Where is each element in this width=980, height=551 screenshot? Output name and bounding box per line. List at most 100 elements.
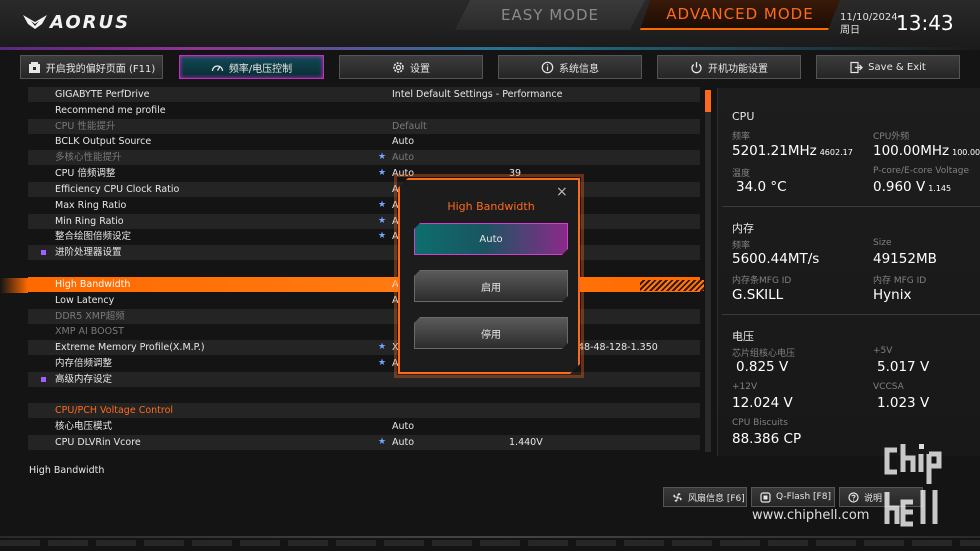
star-icon: ★ bbox=[378, 216, 387, 226]
mem-size-label: Size bbox=[873, 238, 892, 248]
tab-favorites[interactable]: 开启我的偏好页面 (F11) bbox=[20, 55, 163, 79]
date-text: 11/10/2024 bbox=[840, 12, 898, 23]
memory-section-title: 内存 bbox=[732, 222, 754, 235]
setting-value: A bbox=[392, 279, 399, 290]
fan-info-button[interactable]: 风扇信息 [F6] bbox=[663, 487, 747, 507]
setting-label: Low Latency bbox=[55, 295, 115, 306]
option-auto-button[interactable]: Auto bbox=[414, 223, 568, 255]
setting-value: Auto bbox=[392, 437, 415, 448]
divider bbox=[722, 314, 980, 315]
setting-label: 进阶处理器设置 bbox=[55, 247, 122, 258]
setting-row-cpu-ratio[interactable]: ★ CPU 倍频调整 Auto 39 bbox=[28, 166, 700, 181]
pcore-voltage-label: P-core/E-core Voltage bbox=[873, 166, 970, 176]
advanced-mode-tab[interactable]: ADVANCED MODE bbox=[640, 0, 840, 30]
setting-value: Default bbox=[392, 121, 427, 132]
divider bbox=[722, 206, 980, 207]
highlight-left-glow bbox=[0, 278, 28, 293]
12v-label: +12V bbox=[732, 382, 758, 392]
star-icon: ★ bbox=[378, 437, 387, 447]
tab-label: Save & Exit bbox=[868, 61, 926, 73]
hardware-info-panel: CPU 频率 5201.21MHz 4602.17 CPU外频 100.00MHz… bbox=[717, 88, 980, 456]
setting-row-bclk[interactable]: BCLK Output Source Auto bbox=[28, 134, 700, 149]
setting-label: GIGABYTE PerfDrive bbox=[55, 89, 150, 100]
tab-label: 开机功能设置 bbox=[708, 63, 768, 75]
button-label: Q-Flash [F8] bbox=[776, 492, 831, 502]
aorus-logo: AORUS bbox=[22, 10, 130, 34]
tab-frequency-voltage[interactable]: 频率/电压控制 bbox=[179, 55, 324, 79]
setting-row-ecore-ratio[interactable]: Efficiency CPU Clock Ratio A bbox=[28, 182, 700, 197]
tab-save-exit[interactable]: Save & Exit bbox=[816, 55, 960, 79]
tab-settings[interactable]: 设置 bbox=[339, 55, 483, 79]
setting-label: Max Ring Ratio bbox=[55, 200, 127, 211]
setting-label: Extreme Memory Profile(X.M.P.) bbox=[55, 342, 205, 353]
setting-row-low-latency[interactable]: Low Latency A bbox=[28, 293, 700, 308]
mem-freq-value: 5600.44MT/s bbox=[732, 251, 820, 267]
cpu-temp-label: 温度 bbox=[732, 169, 751, 179]
setting-row-core-voltage-mode[interactable]: 核心电压模式 Auto bbox=[28, 419, 700, 434]
tab-label: 开启我的偏好页面 (F11) bbox=[45, 63, 156, 75]
setting-row-xmp-profile[interactable]: ★ Extreme Memory Profile(X.M.P.) X 48-48… bbox=[28, 340, 700, 355]
easy-mode-tab[interactable]: EASY MODE bbox=[455, 0, 645, 30]
5v-label: +5V bbox=[873, 346, 893, 356]
watermark-url: www.chiphell.com bbox=[752, 508, 870, 523]
cpu-biscuits-value: 88.386 CP bbox=[732, 431, 802, 447]
tab-boot[interactable]: 开机功能设置 bbox=[657, 55, 801, 79]
setting-value: A bbox=[392, 184, 399, 195]
setting-row-advanced-cpu[interactable]: 进阶处理器设置 bbox=[28, 245, 700, 260]
setting-label: 多核心性能提升 bbox=[55, 152, 122, 163]
setting-label: XMP AI BOOST bbox=[55, 326, 124, 337]
setting-row-max-ring[interactable]: ★ Max Ring Ratio A bbox=[28, 198, 700, 213]
setting-value: Auto bbox=[392, 152, 415, 163]
setting-label: 内存倍频调整 bbox=[55, 358, 113, 369]
mem-size-value: 49152MB bbox=[873, 251, 937, 267]
setting-row-spacer bbox=[28, 261, 700, 276]
submenu-bullet-icon bbox=[41, 377, 46, 382]
cpu-biscuits-label: CPU Biscuits bbox=[732, 418, 788, 428]
setting-row-recommend[interactable]: Recommend me profile bbox=[28, 103, 700, 118]
setting-row-igpu-ratio[interactable]: ★ 整合绘图倍频设定 A bbox=[28, 229, 700, 244]
setting-row-advanced-memory[interactable]: 高级内存设定 bbox=[28, 372, 700, 387]
star-icon: ★ bbox=[378, 200, 387, 210]
cpu-section-title: CPU bbox=[732, 110, 755, 123]
setting-label: DDR5 XMP超频 bbox=[55, 311, 125, 322]
setting-current-value: 1.440V bbox=[509, 437, 543, 448]
setting-row-xmp-ai-boost: XMP AI BOOST bbox=[28, 324, 700, 339]
setting-value: Intel Default Settings - Performance bbox=[392, 89, 563, 100]
bottom-divider bbox=[0, 536, 980, 538]
scrollbar[interactable] bbox=[705, 90, 711, 452]
setting-row-dlvrin-vcore[interactable]: ★ CPU DLVRin Vcore Auto 1.440V bbox=[28, 435, 700, 450]
cpu-freq-value: 5201.21MHz 4602.17 bbox=[732, 143, 853, 159]
weekday-text: 周日 bbox=[840, 25, 860, 36]
button-label: 说明 bbox=[864, 493, 883, 504]
setting-row-min-ring[interactable]: ★ Min Ring Ratio A bbox=[28, 214, 700, 229]
chipset-voltage-label: 芯片组核心电压 bbox=[732, 349, 796, 359]
qflash-button[interactable]: Q-Flash [F8] bbox=[751, 487, 835, 507]
mem-mfg-value: G.SKILL bbox=[732, 287, 784, 303]
power-icon bbox=[691, 61, 702, 73]
main-tabs: 开启我的偏好页面 (F11) 频率/电压控制 设置 系统信息 开机功能设置 Sa… bbox=[0, 55, 980, 79]
setting-value: X bbox=[392, 342, 399, 353]
scrollbar-thumb[interactable] bbox=[705, 90, 711, 112]
setting-row-multicore: ★ 多核心性能提升 Auto bbox=[28, 150, 700, 165]
speedometer-icon bbox=[211, 64, 223, 71]
chipset-voltage-value: 0.825 V bbox=[736, 359, 789, 375]
star-icon: ★ bbox=[378, 168, 387, 178]
setting-row-ddr5-xmp: DDR5 XMP超频 bbox=[28, 309, 700, 324]
close-icon[interactable]: × bbox=[556, 184, 568, 200]
tab-system-info[interactable]: 系统信息 bbox=[498, 55, 642, 79]
star-icon: ★ bbox=[378, 152, 387, 162]
high-bandwidth-dialog: × High Bandwidth Auto 启用 停用 bbox=[398, 178, 580, 374]
setting-row-spacer bbox=[28, 388, 700, 403]
setting-row-mem-ratio[interactable]: ★ 内存倍频调整 Au bbox=[28, 356, 700, 371]
setting-value: A bbox=[392, 295, 399, 306]
setting-label: BCLK Output Source bbox=[55, 136, 152, 147]
chiphell-watermark-logo bbox=[884, 444, 942, 527]
setting-row-perfdrive[interactable]: GIGABYTE PerfDrive Intel Default Setting… bbox=[28, 87, 700, 102]
tab-label: 系统信息 bbox=[559, 63, 599, 75]
cpu-temp-value: 34.0 °C bbox=[736, 179, 787, 195]
option-enable-button[interactable]: 启用 bbox=[414, 270, 568, 302]
setting-row-high-bandwidth[interactable]: High Bandwidth A bbox=[28, 277, 700, 292]
clock: 13:43 bbox=[896, 11, 954, 35]
mem-freq-label: 频率 bbox=[732, 241, 751, 251]
option-disable-button[interactable]: 停用 bbox=[414, 317, 568, 349]
